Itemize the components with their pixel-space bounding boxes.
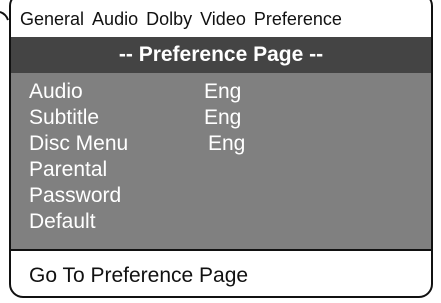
tab-general[interactable]: General	[20, 9, 84, 30]
menu-item-label: Default	[29, 210, 96, 233]
setup-tab-bar: General Audio Dolby Video Preference	[11, 2, 431, 36]
menu-item-audio[interactable]: Audio Eng	[11, 81, 431, 103]
tab-dolby[interactable]: Dolby	[146, 9, 192, 30]
menu-item-value: Eng	[204, 80, 242, 103]
menu-item-parental[interactable]: Parental	[11, 159, 431, 181]
tab-preference[interactable]: Preference	[254, 9, 342, 30]
preference-menu: Audio Eng Subtitle Eng Disc Menu Eng Par…	[11, 73, 431, 249]
osd-menu-frame: General Audio Dolby Video Preference -- …	[9, 0, 433, 298]
menu-item-label: Audio	[29, 80, 83, 103]
status-bar: Go To Preference Page	[11, 249, 431, 296]
menu-item-label: Subtitle	[29, 106, 100, 129]
menu-item-subtitle[interactable]: Subtitle Eng	[11, 107, 431, 129]
page-title: -- Preference Page --	[11, 37, 431, 73]
corner-mark-icon	[0, 11, 9, 21]
menu-item-label: Parental	[29, 158, 108, 181]
menu-item-value: Eng	[208, 132, 246, 155]
tab-audio[interactable]: Audio	[92, 9, 138, 30]
menu-item-default[interactable]: Default	[11, 211, 431, 233]
menu-item-disc-menu[interactable]: Disc Menu Eng	[11, 133, 431, 155]
tab-video[interactable]: Video	[200, 9, 246, 30]
menu-item-value: Eng	[204, 106, 242, 129]
menu-item-label: Disc Menu	[29, 132, 129, 155]
menu-item-password[interactable]: Password	[11, 185, 431, 207]
status-text: Go To Preference Page	[29, 263, 249, 287]
menu-item-label: Password	[29, 184, 122, 207]
